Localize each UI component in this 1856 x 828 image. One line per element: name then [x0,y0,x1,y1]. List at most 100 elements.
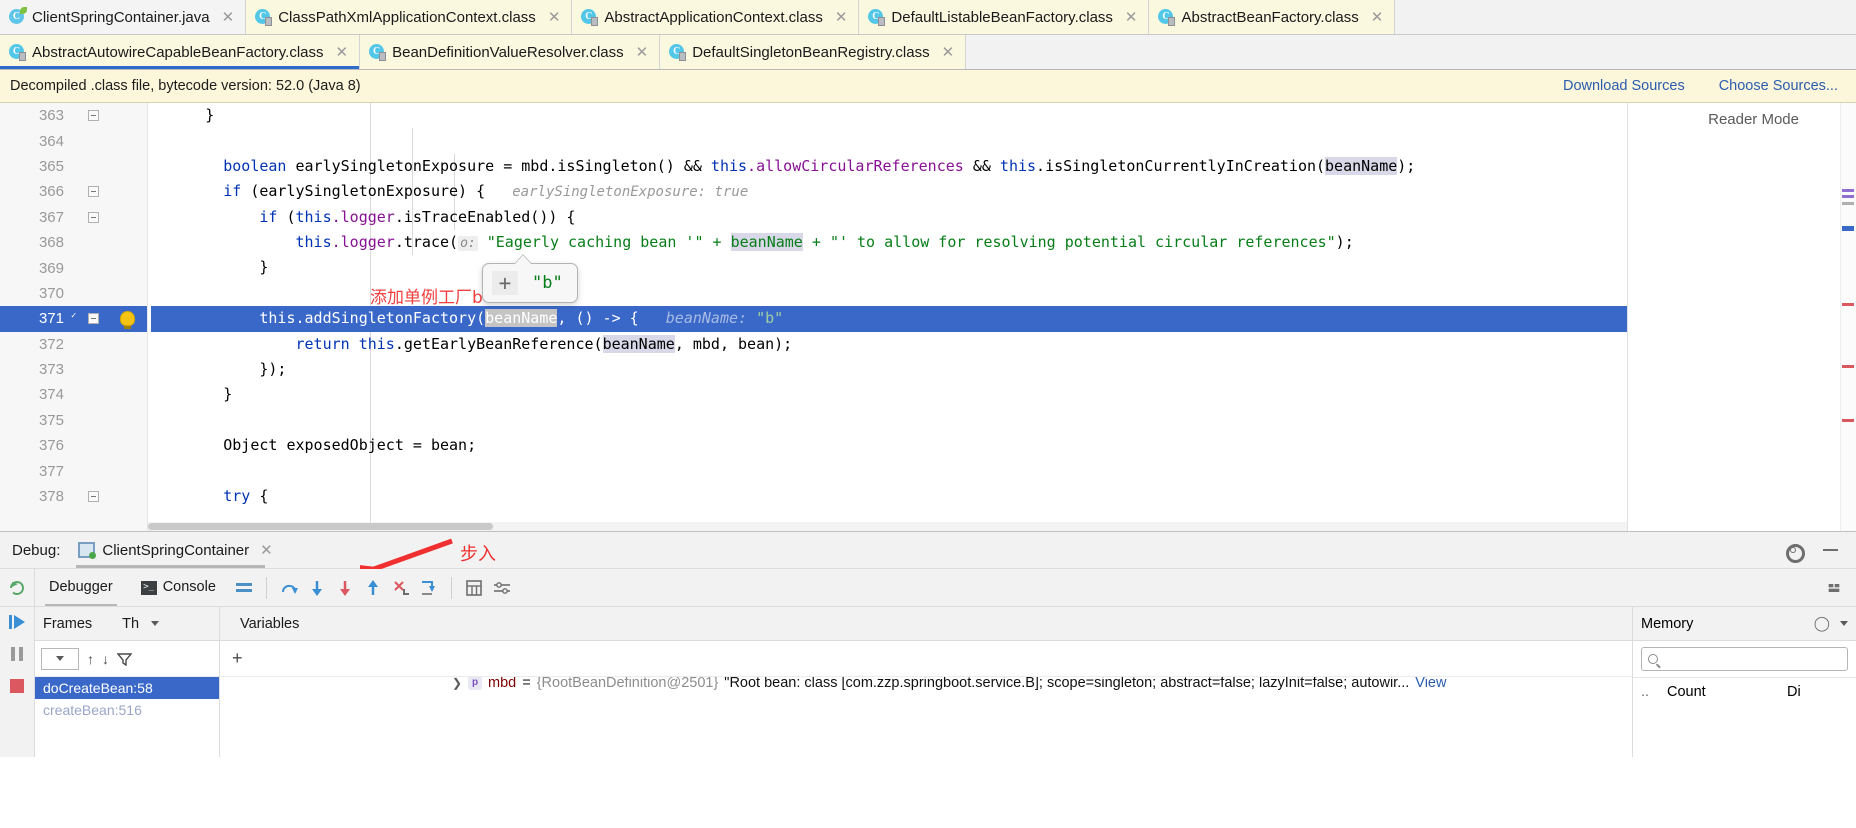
layout-toggle-icon[interactable] [1828,574,1856,602]
editor-minimap[interactable] [1840,103,1856,531]
code-token: this [349,334,395,353]
editor-horizontal-scrollbar[interactable] [148,522,1627,531]
tab-debugger[interactable]: Debugger [35,569,127,606]
memory-search-input[interactable] [1641,647,1848,671]
line-number: 368 [38,234,64,252]
arrow-down-icon[interactable]: ↓ [102,651,109,667]
stop-program-icon[interactable] [8,677,26,695]
tab-close-icon[interactable]: ✕ [336,45,349,60]
settings-gear-icon[interactable] [1784,542,1805,563]
arrow-up-icon[interactable]: ↑ [87,651,94,667]
memory-panel: Memory ◯ .. Count Di [1632,607,1856,757]
debugger-toolbar: Debugger >_ Console [0,569,1856,607]
fold-icon[interactable] [88,186,99,198]
class-file-icon: C [255,8,273,26]
gutter-line: 366 [0,179,147,204]
code-token: , () -> { [557,309,639,328]
breakpoint-icon[interactable] [68,311,84,327]
frame-item[interactable]: doCreateBean:58 [35,677,219,699]
fold-icon[interactable] [88,491,99,503]
tab-close-icon[interactable]: ✕ [548,10,561,25]
code-line-378: try { [151,484,1856,509]
code-token: .allowCircularReferences [747,156,964,175]
debug-session-tab[interactable]: ClientSpringContainer ✕ [76,541,278,568]
code-text-area[interactable]: } boolean earlySingletonExposure = mbd.i… [148,103,1856,531]
gutter-line: 377 [0,458,147,483]
memory-refresh-icon[interactable]: ◯ [1814,616,1830,632]
add-watch-icon[interactable]: + [232,648,243,669]
code-token: }); [259,359,287,378]
variables-list[interactable]: ❯ this = {DefaultListableBeanFactory@175… [220,677,1632,757]
application-icon [78,542,97,559]
frames-toolbar: ↑ ↓ [35,641,219,677]
hide-panel-icon[interactable] [1823,549,1838,551]
code-line-365: boolean earlySingletonExposure = mbd.isS… [151,154,1856,179]
rerun-icon[interactable] [8,579,26,597]
gutter-line: 374 [0,382,147,407]
tab-close-icon[interactable]: ✕ [1125,10,1138,25]
run-to-cursor-icon[interactable] [415,574,443,602]
gutter-line: 368 [0,230,147,255]
close-icon[interactable]: ✕ [260,541,273,559]
memory-count-column[interactable]: Count [1667,684,1787,700]
decompiled-notice-bar: Decompiled .class file, bytecode version… [0,70,1856,103]
editor-tab-label: DefaultSingletonBeanRegistry.class [692,43,930,61]
editor-tab-DefaultListableBeanFactory-class[interactable]: C DefaultListableBeanFactory.class ✕ [859,0,1150,34]
fold-icon[interactable] [88,110,99,122]
thread-title: Th [122,615,140,632]
download-sources-link[interactable]: Download Sources [1563,78,1685,94]
fold-icon[interactable] [88,313,99,325]
frame-item[interactable]: createBean:516 [35,699,219,721]
tab-close-icon[interactable]: ✕ [942,45,955,60]
chevron-down-icon[interactable] [1840,621,1848,626]
editor-tab-DefaultSingletonBeanRegistry-class[interactable]: C DefaultSingletonBeanRegistry.class ✕ [660,35,967,69]
tab-close-icon[interactable]: ✕ [222,10,235,25]
editor-tab-AbstractBeanFactory-class[interactable]: C AbstractBeanFactory.class ✕ [1149,0,1396,34]
step-into-icon[interactable] [303,574,331,602]
tab-close-icon[interactable]: ✕ [835,10,848,25]
memory-header: Memory ◯ [1633,607,1856,641]
scrollbar-thumb[interactable] [148,523,493,530]
tab-close-icon[interactable]: ✕ [1371,10,1384,25]
value-tooltip-popup[interactable]: + "b" [482,254,578,303]
resume-program-icon[interactable] [8,613,26,631]
thread-selector[interactable] [41,647,79,670]
tab-console[interactable]: >_ Console [127,569,230,606]
step-out-icon[interactable] [359,574,387,602]
gutter-line: 365 [0,154,147,179]
code-editor: 363 364 365 366 367 368 369 370 371 372 … [0,103,1856,531]
class-file-icon: C [669,43,687,61]
editor-gutter[interactable]: 363 364 365 366 367 368 369 370 371 372 … [0,103,148,531]
tab-close-icon[interactable]: ✕ [636,45,649,60]
choose-sources-link[interactable]: Choose Sources... [1719,78,1838,94]
layout-settings-icon[interactable] [230,574,258,602]
gutter-line: 367 [0,205,147,230]
code-token: beanName [485,309,558,328]
step-over-icon[interactable] [275,574,303,602]
editor-tab-AbstractAutowireCapableBeanFactory-class[interactable]: C AbstractAutowireCapableBeanFactory.cla… [0,35,361,69]
variable-row-mbd[interactable]: ❯ p mbd = {RootBeanDefinition@2501} "Roo… [220,677,1632,695]
line-number: 371 [38,310,64,328]
chevron-down-icon[interactable] [151,621,160,626]
code-line-372: return this.getEarlyBeanReference(beanNa… [151,332,1856,357]
settings-icon[interactable] [488,574,516,602]
editor-tab-label: AbstractBeanFactory.class [1181,8,1359,26]
code-token: ); [1335,232,1354,251]
memory-diff-column[interactable]: Di [1787,684,1801,700]
chevron-right-icon[interactable]: ❯ [452,677,462,690]
editor-tab-ClientSpringContainer-java[interactable]: C ClientSpringContainer.java ✕ [0,0,247,34]
editor-tab-BeanDefinitionValueResolver-class[interactable]: C BeanDefinitionValueResolver.class ✕ [360,35,661,69]
add-watch-icon[interactable]: + [492,271,518,295]
fold-icon[interactable] [88,211,99,223]
drop-frame-icon[interactable] [387,574,415,602]
memory-columns-header: .. Count Di [1633,677,1856,705]
editor-tab-ClassPathXmlApplicationContext-class[interactable]: C ClassPathXmlApplicationContext.class ✕ [246,0,573,34]
view-link[interactable]: View [1415,677,1446,691]
editor-tab-AbstractApplicationContext-class[interactable]: C AbstractApplicationContext.class ✕ [572,0,860,34]
evaluate-expression-icon[interactable] [460,574,488,602]
pause-program-icon[interactable] [8,645,26,663]
force-step-into-icon[interactable] [331,574,359,602]
intention-bulb-icon[interactable] [120,311,135,330]
code-token: beanName [602,334,675,353]
filter-icon[interactable] [117,652,132,666]
